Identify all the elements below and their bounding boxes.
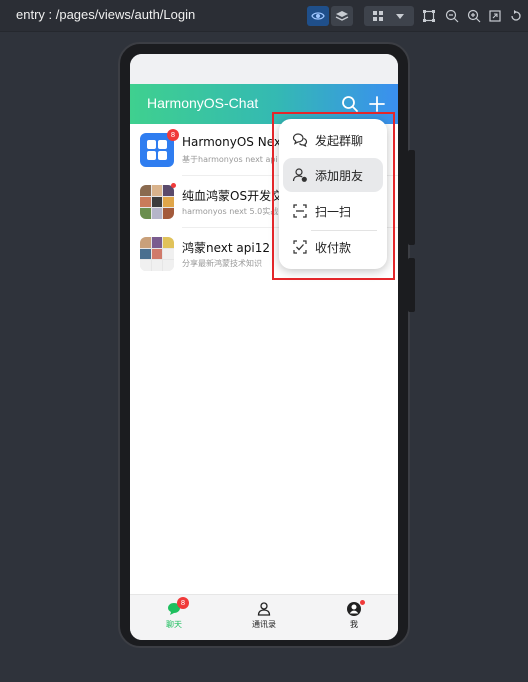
app-title: HarmonyOS-Chat — [147, 95, 259, 111]
grid-dropdown[interactable] — [364, 6, 414, 26]
group-mosaic-avatar — [140, 237, 174, 271]
zoom-out-icon[interactable] — [443, 6, 461, 26]
contacts-icon — [257, 602, 271, 616]
tab-me[interactable]: 我 — [324, 600, 384, 635]
dropdown-icon — [396, 14, 404, 19]
chat-preview: 基于harmonyos next api — [182, 155, 278, 164]
chat-name: 纯血鸿蒙OS开发交 — [182, 189, 284, 203]
route-path: entry : /pages/views/auth/Login — [16, 7, 196, 22]
status-bar — [130, 54, 398, 84]
zoom-in-icon[interactable] — [465, 6, 483, 26]
layers-icon[interactable] — [331, 6, 353, 26]
rotate-icon[interactable] — [507, 6, 525, 26]
tab-label: 通讯录 — [252, 620, 276, 629]
chat-preview: harmonyos next 5.0实战 — [182, 207, 279, 216]
tab-label: 我 — [350, 620, 358, 629]
fit-screen-icon[interactable] — [486, 6, 504, 26]
plus-icon[interactable] — [367, 94, 387, 114]
bottom-nav: 8 聊天 通讯录 我 — [130, 594, 398, 640]
highlight-box — [272, 112, 395, 280]
unread-badge: 8 — [167, 129, 179, 141]
group-mosaic-avatar — [140, 185, 174, 219]
grid-icon — [373, 11, 383, 21]
tab-chat[interactable]: 8 聊天 — [144, 597, 204, 635]
tab-label: 聊天 — [166, 620, 182, 629]
chat-preview: 分享最新鸿蒙技术知识 — [182, 259, 262, 268]
search-icon[interactable] — [340, 94, 360, 114]
unread-dot — [171, 183, 176, 188]
power-button — [408, 258, 415, 312]
previewer-toolbar: entry : /pages/views/auth/Login — [0, 0, 528, 32]
tab-contacts[interactable]: 通讯录 — [234, 601, 294, 635]
crop-icon[interactable] — [420, 6, 438, 26]
chat-name: HarmonyOS Next — [182, 135, 286, 149]
unread-dot — [360, 600, 365, 605]
chat-name: 鸿蒙next api12 — [182, 241, 270, 255]
eye-icon[interactable] — [307, 6, 329, 26]
volume-button — [408, 150, 415, 245]
unread-badge: 8 — [177, 597, 189, 609]
